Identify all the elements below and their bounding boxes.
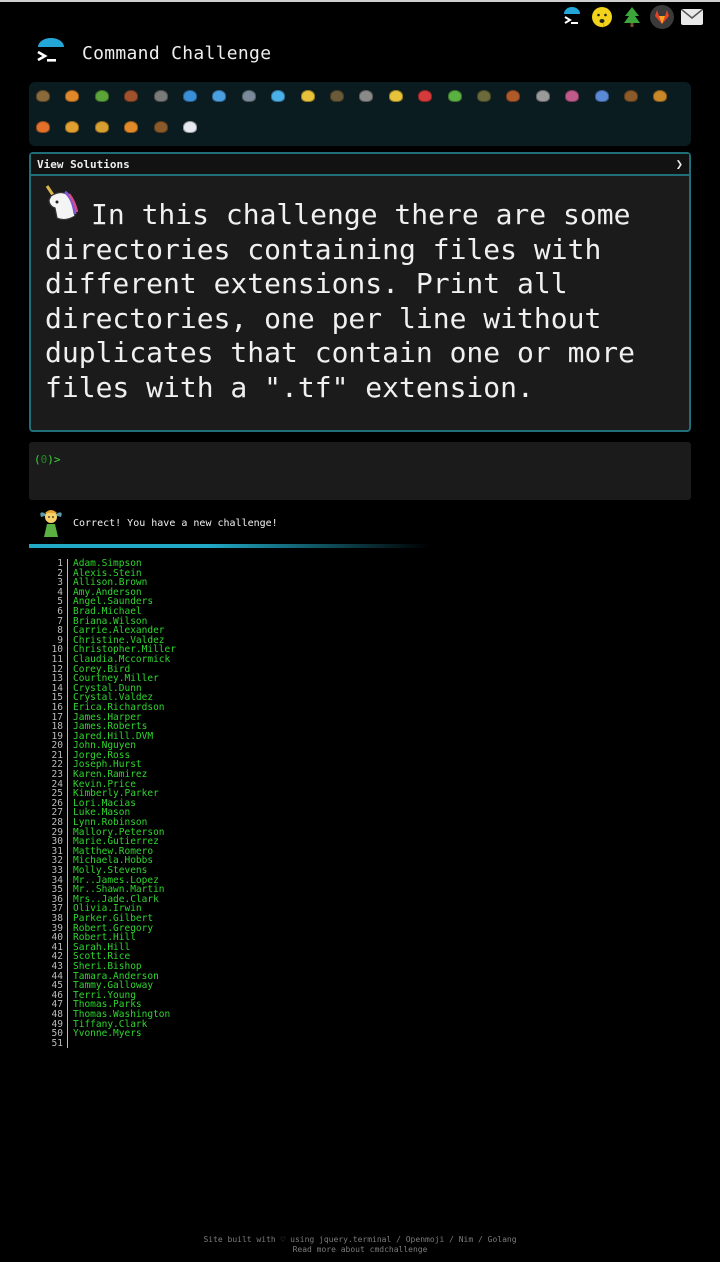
- header: Command Challenge: [34, 37, 271, 69]
- line-number: 5: [38, 597, 68, 607]
- monkey-icon[interactable]: [621, 86, 641, 106]
- monkey-icon-shape: [624, 90, 638, 102]
- worm-icon-shape: [565, 90, 580, 102]
- ladybug-icon-shape: [418, 90, 433, 102]
- cat-icon-shape: [65, 121, 80, 133]
- microbe-icon[interactable]: [592, 86, 612, 106]
- top-icon-bar: [560, 5, 704, 29]
- lizard-icon[interactable]: [445, 86, 465, 106]
- tiger-icon-shape: [124, 121, 139, 133]
- cricket-icon[interactable]: [474, 86, 494, 106]
- lion-icon[interactable]: [92, 117, 112, 137]
- page-title: Command Challenge: [82, 42, 272, 64]
- caterpillar-icon[interactable]: [92, 86, 112, 106]
- tropical-fish-icon-shape: [300, 90, 315, 102]
- list-item: 51: [38, 1039, 176, 1049]
- line-number: 1: [38, 559, 68, 569]
- dolphin-icon[interactable]: [209, 86, 229, 106]
- top-border: [0, 0, 720, 2]
- bee-icon-shape: [388, 90, 403, 102]
- result-row: Correct! You have a new challenge!: [38, 507, 278, 539]
- view-solutions-label[interactable]: View Solutions: [37, 158, 130, 171]
- result-message: Correct! You have a new challenge!: [73, 517, 278, 529]
- lizard-icon-shape: [447, 90, 462, 102]
- line-number: 4: [38, 588, 68, 598]
- line-number: 51: [38, 1039, 68, 1049]
- snail-icon-shape: [36, 90, 50, 102]
- fish-icon-shape: [271, 90, 286, 102]
- fish-icon[interactable]: [268, 86, 288, 106]
- prompt-open: (: [34, 453, 41, 466]
- scorpion-icon[interactable]: [503, 86, 523, 106]
- caterpillar-icon-shape: [94, 90, 109, 102]
- spider-web-icon-shape: [153, 90, 168, 102]
- unicorn-icon[interactable]: [180, 117, 200, 137]
- progress-divider: [29, 544, 429, 548]
- whale-icon-shape: [183, 90, 197, 102]
- badge-strip: [29, 82, 691, 146]
- wolf-icon-shape: [359, 90, 374, 102]
- snail-icon[interactable]: [33, 86, 53, 106]
- gitlab-icon[interactable]: [650, 5, 674, 29]
- directory-name: [68, 1039, 73, 1049]
- challenge-description: In this challenge there are some directo…: [45, 198, 675, 405]
- horse-icon-shape: [153, 121, 168, 133]
- challenge-text: In this challenge there are some directo…: [45, 198, 636, 404]
- whale-icon[interactable]: [180, 86, 200, 106]
- tiger-icon[interactable]: [121, 117, 141, 137]
- christmas-tree-icon[interactable]: [620, 5, 644, 29]
- horse-icon[interactable]: [151, 117, 171, 137]
- worm-icon[interactable]: [562, 86, 582, 106]
- shark-icon-shape: [241, 90, 256, 102]
- footer-read-more-link[interactable]: Read more about cmdchallenge: [0, 1245, 720, 1255]
- line-number: 3: [38, 578, 68, 588]
- directory-name: Yvonne.Myers: [73, 1028, 142, 1040]
- footer-credits[interactable]: Site built with ♡ using jquery.terminal …: [0, 1235, 720, 1245]
- shark-icon[interactable]: [239, 86, 259, 106]
- cat-icon[interactable]: [62, 117, 82, 137]
- dog-icon-shape: [653, 90, 668, 102]
- ladybug-icon[interactable]: [415, 86, 435, 106]
- output-listing: 1 Adam.Simpson 2 Alexis.Stein 3 Allison.Brown…: [38, 559, 176, 1049]
- line-number: 8: [38, 626, 68, 636]
- turtle-icon-shape: [330, 90, 344, 102]
- microbe-icon-shape: [594, 90, 609, 102]
- footer: Site built with ♡ using jquery.terminal …: [0, 1235, 720, 1254]
- cricket-icon-shape: [477, 90, 491, 102]
- line-number: 6: [38, 607, 68, 617]
- turtle-icon[interactable]: [327, 86, 347, 106]
- terminal-input-area[interactable]: (0)>: [29, 442, 691, 500]
- chevron-right-icon[interactable]: ❯: [676, 157, 683, 171]
- view-solutions-bar[interactable]: View Solutions ❯: [31, 154, 689, 176]
- fox-icon[interactable]: [33, 117, 53, 137]
- dolphin-icon-shape: [212, 90, 227, 102]
- fairy-icon: [38, 507, 64, 539]
- spider-web-icon[interactable]: [151, 86, 171, 106]
- line-number: 7: [38, 616, 68, 627]
- challenge-box: View Solutions ❯ In this challenge there…: [29, 152, 691, 432]
- line-number: 2: [38, 568, 68, 579]
- butterfly-icon[interactable]: [62, 86, 82, 106]
- butterfly-icon-shape: [65, 90, 80, 102]
- prompt-close: )>: [47, 453, 61, 466]
- envelope-icon[interactable]: [680, 5, 704, 29]
- terminal-prompt: (0)>: [34, 453, 61, 466]
- lion-icon-shape: [94, 121, 109, 133]
- dog-icon[interactable]: [650, 86, 670, 106]
- tropical-fish-icon[interactable]: [298, 86, 318, 106]
- ant-icon-shape: [124, 90, 139, 102]
- terminal-umbrella-icon[interactable]: [560, 5, 584, 29]
- ant-icon[interactable]: [121, 86, 141, 106]
- unicorn-icon-shape: [183, 121, 197, 133]
- terminal-logo-icon[interactable]: [34, 37, 68, 69]
- scorpion-icon-shape: [506, 90, 521, 102]
- sad-face-icon[interactable]: [590, 5, 614, 29]
- fly-icon-shape: [535, 90, 550, 102]
- wolf-icon[interactable]: [356, 86, 376, 106]
- fly-icon[interactable]: [533, 86, 553, 106]
- bee-icon[interactable]: [386, 86, 406, 106]
- fox-icon-shape: [36, 121, 50, 133]
